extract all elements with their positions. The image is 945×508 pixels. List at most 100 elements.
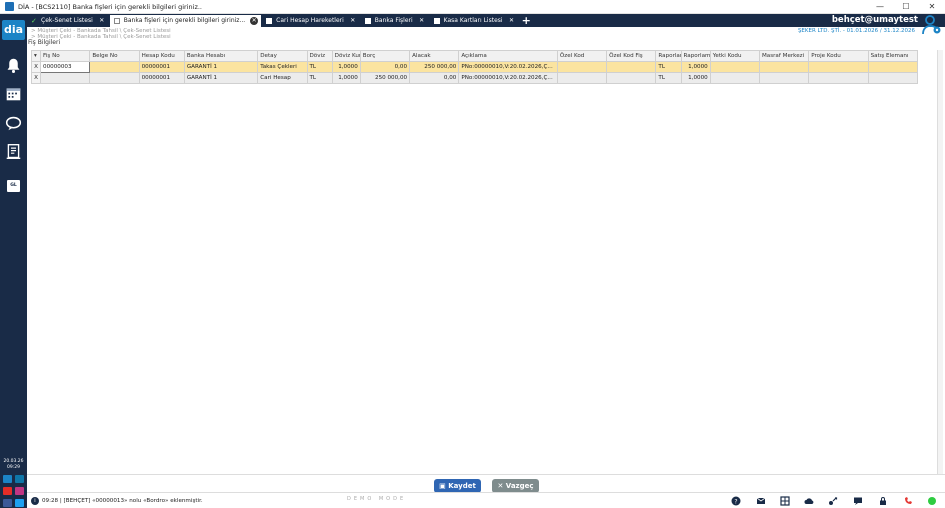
ozel-kod-cell[interactable] xyxy=(556,61,608,73)
col-yetki-kodu[interactable]: Yetki Kodu xyxy=(709,50,760,62)
banka-hesabi-cell[interactable]: GARANTİ 1 xyxy=(183,72,259,84)
cloud-icon[interactable] xyxy=(804,496,814,506)
masraf-merkezi-cell[interactable] xyxy=(758,72,810,84)
borc-cell[interactable]: 250 000,00 xyxy=(359,72,411,84)
user-settings-icon[interactable] xyxy=(921,14,943,36)
hesap-kodu-cell[interactable]: 00000001 xyxy=(138,61,185,73)
detay-cell[interactable]: Cari Hesap xyxy=(257,72,308,84)
proje-kodu-cell[interactable] xyxy=(808,61,869,73)
doviz-cell[interactable]: TL xyxy=(306,72,333,84)
close-tab-icon[interactable]: ✕ xyxy=(98,17,106,25)
col-satis-elemani[interactable]: Satış Elemanı xyxy=(867,50,919,62)
add-tab-button[interactable]: + xyxy=(522,15,531,26)
col-borc[interactable]: Borç xyxy=(359,50,411,62)
borc-cell[interactable]: 0,00 xyxy=(359,61,411,73)
aciklama-cell[interactable]: PNo:00000010,V:20.02.2026,Ç... xyxy=(458,61,558,73)
col-doviz-kuru[interactable]: Döviz Kuru xyxy=(331,50,361,62)
close-tab-icon[interactable]: ✕ xyxy=(418,17,426,25)
maximize-button[interactable]: ☐ xyxy=(893,2,919,11)
gl-button[interactable]: GL xyxy=(7,180,20,192)
linkedin-icon[interactable] xyxy=(15,475,24,483)
banka-hesabi-cell[interactable]: GARANTİ 1 xyxy=(183,61,259,73)
doviz-cell[interactable]: TL xyxy=(306,61,333,73)
facebook-icon[interactable] xyxy=(3,499,12,507)
youtube-icon[interactable] xyxy=(3,487,12,495)
delete-row-button[interactable]: X xyxy=(30,72,42,84)
company-period: ŞEKER LTD. ŞTİ. - 01.01.2026 / 31.12.202… xyxy=(797,28,915,34)
table-row[interactable]: X 00000001 GARANTİ 1 Cari Hesap TL 1,000… xyxy=(30,72,919,84)
help-icon[interactable]: ? xyxy=(731,496,741,506)
col-ozel-kod-fis[interactable]: Özel Kod Fiş xyxy=(606,50,657,62)
mail-icon[interactable] xyxy=(756,496,766,506)
fis-no-cell[interactable]: 00000003 xyxy=(40,61,91,73)
raporlama-kuru-cell[interactable]: 1,0000 xyxy=(680,61,711,73)
yetki-kodu-cell[interactable] xyxy=(709,61,760,73)
vertical-scrollbar[interactable] xyxy=(937,50,943,474)
alacak-cell[interactable]: 250 000,00 xyxy=(409,61,460,73)
table-row[interactable]: X 00000003 00000001 GARANTİ 1 Takas Çekl… xyxy=(30,61,919,73)
masraf-merkezi-cell[interactable] xyxy=(758,61,810,73)
col-raporlama[interactable]: Raporlama xyxy=(655,50,682,62)
chat-icon[interactable] xyxy=(4,114,23,133)
report-icon[interactable] xyxy=(4,142,23,161)
col-ozel-kod[interactable]: Özel Kod xyxy=(556,50,608,62)
check-icon: ✓ xyxy=(31,16,37,25)
ozel-kod-cell[interactable] xyxy=(556,72,608,84)
hesap-kodu-cell[interactable]: 00000001 xyxy=(138,72,185,84)
tab-cek-senet-listesi[interactable]: ✓ Çek-Senet Listesi ✕ xyxy=(27,15,109,27)
detay-cell[interactable]: Takas Çekleri xyxy=(257,61,308,73)
message-icon[interactable] xyxy=(853,496,863,506)
cancel-button[interactable]: ✕ Vazgeç xyxy=(492,479,539,493)
calendar-icon[interactable] xyxy=(4,84,23,103)
dia-social-icon[interactable] xyxy=(3,475,12,483)
minimize-button[interactable]: — xyxy=(867,2,893,11)
raporlama-kuru-cell[interactable]: 1,0000 xyxy=(680,72,711,84)
ozel-kod-fis-cell[interactable] xyxy=(606,61,657,73)
col-hesap-kodu[interactable]: Hesap Kodu xyxy=(138,50,185,62)
instagram-icon[interactable] xyxy=(15,487,24,495)
bell-icon[interactable] xyxy=(4,56,23,75)
close-tab-icon[interactable]: ✕ xyxy=(508,17,516,25)
alacak-cell[interactable]: 0,00 xyxy=(409,72,460,84)
col-proje-kodu[interactable]: Proje Kodu xyxy=(808,50,869,62)
lock-icon[interactable] xyxy=(878,496,888,506)
dia-logo[interactable]: dia xyxy=(2,20,25,40)
tab-banka-fisleri-bilgi[interactable]: Banka fişleri için gerekli bilgileri gir… xyxy=(109,14,262,27)
grid-icon[interactable] xyxy=(780,496,790,506)
aciklama-cell[interactable]: PNo:00000010,V:20.02.2026,Ç... xyxy=(458,72,558,84)
satis-elemani-cell[interactable] xyxy=(867,61,919,73)
doviz-kuru-cell[interactable]: 1,0000 xyxy=(331,72,361,84)
connection-icon[interactable] xyxy=(828,496,838,506)
fis-no-cell[interactable] xyxy=(40,72,91,84)
tab-cari-hesap-hareketleri[interactable]: Cari Hesap Hareketleri ✕ xyxy=(262,15,360,27)
twitter-icon[interactable] xyxy=(15,499,24,507)
close-tab-icon[interactable]: ✕ xyxy=(349,17,357,25)
col-aciklama[interactable]: Açıklama xyxy=(458,50,558,62)
raporlama-cell[interactable]: TL xyxy=(655,72,682,84)
satis-elemani-cell[interactable] xyxy=(867,72,919,84)
close-window-button[interactable]: ✕ xyxy=(919,2,945,11)
tab-banka-fisleri[interactable]: Banka Fişleri ✕ xyxy=(361,15,429,27)
close-tab-icon[interactable]: ✕ xyxy=(250,16,259,25)
col-masraf-merkezi[interactable]: Masraf Merkezi xyxy=(758,50,810,62)
belge-no-cell[interactable] xyxy=(89,72,140,84)
proje-kodu-cell[interactable] xyxy=(808,72,869,84)
save-button[interactable]: ▣ Kaydet xyxy=(434,479,481,493)
delete-row-button[interactable]: X xyxy=(30,61,42,73)
col-banka-hesabi[interactable]: Banka Hesabı xyxy=(183,50,259,62)
belge-no-cell[interactable] xyxy=(89,61,140,73)
col-doviz[interactable]: Döviz xyxy=(306,50,333,62)
yetki-kodu-cell[interactable] xyxy=(709,72,760,84)
doviz-kuru-cell[interactable]: 1,0000 xyxy=(331,61,361,73)
col-alacak[interactable]: Alacak xyxy=(409,50,460,62)
col-fis-no[interactable]: Fiş No xyxy=(40,50,91,62)
user-name[interactable]: behçet@umaytest xyxy=(832,14,918,27)
ozel-kod-fis-cell[interactable] xyxy=(606,72,657,84)
logout-phone-icon[interactable] xyxy=(903,496,913,506)
col-belge-no[interactable]: Belge No xyxy=(89,50,140,62)
col-raporlama-kuru[interactable]: Raporlama xyxy=(680,50,711,62)
tab-kasa-kartlari-listesi[interactable]: Kasa Kartları Listesi ✕ xyxy=(430,15,519,27)
column-menu-button[interactable]: ▾ xyxy=(30,50,42,62)
raporlama-cell[interactable]: TL xyxy=(655,61,682,73)
col-detay[interactable]: Detay xyxy=(257,50,308,62)
